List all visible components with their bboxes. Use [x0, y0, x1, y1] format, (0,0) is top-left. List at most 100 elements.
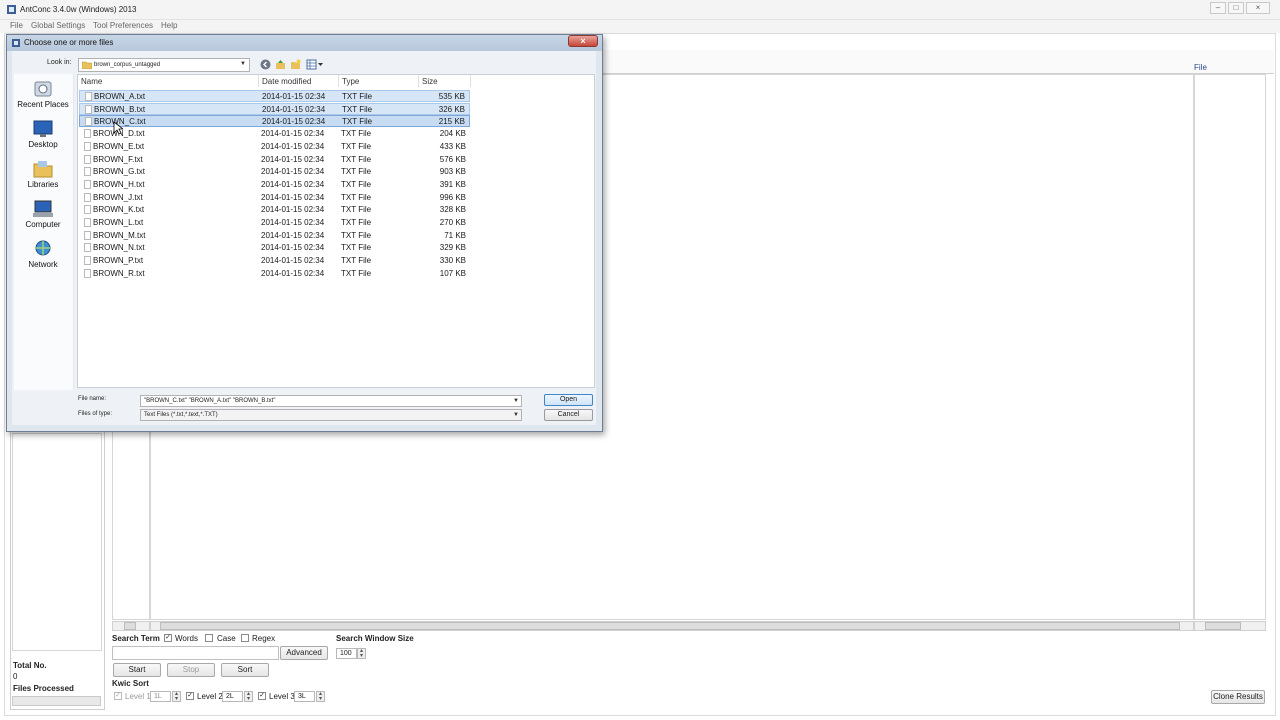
level1-checkbox[interactable]: ✓	[114, 692, 122, 700]
text-file-icon	[84, 256, 91, 266]
file-type: TXT File	[341, 129, 372, 139]
new-folder-icon[interactable]	[290, 59, 301, 70]
place-recent-places[interactable]: Recent Places	[13, 100, 73, 109]
text-file-icon	[84, 179, 91, 189]
text-file-icon	[84, 141, 91, 151]
minimize-button[interactable]: –	[1210, 2, 1226, 14]
level1-stepper[interactable]: ▴ ▾	[172, 691, 181, 702]
text-file-icon	[85, 104, 92, 114]
menu-file[interactable]: File	[10, 21, 23, 30]
file-row[interactable]: BROWN_F.txt 2014-01-15 02:34 TXT File 576 K…	[79, 154, 470, 166]
place-network[interactable]: Network	[13, 260, 73, 269]
menubar	[0, 20, 1280, 33]
results-scroll-thumb[interactable]	[160, 622, 1180, 630]
column-divider[interactable]	[470, 75, 471, 87]
file-name-input[interactable]: "BROWN_C.txt" "BROWN_A.txt" "BROWN_B.txt…	[140, 395, 522, 407]
close-window-button[interactable]: ×	[1246, 2, 1270, 14]
file-row[interactable]: BROWN_H.txt 2014-01-15 02:34 TXT File 391 K…	[79, 179, 470, 191]
level2-value[interactable]: 2L	[222, 691, 243, 702]
column-divider[interactable]	[258, 75, 259, 87]
menu-help[interactable]: Help	[161, 21, 177, 30]
search-window-size-stepper[interactable]: ▴ ▾	[357, 648, 366, 659]
search-window-size-value[interactable]: 100	[336, 648, 357, 659]
file-size: 107 KB	[439, 268, 466, 278]
file-row[interactable]: BROWN_E.txt 2014-01-15 02:34 TXT File 433 K…	[79, 141, 470, 153]
file-scroll-thumb[interactable]	[1205, 622, 1241, 630]
corpus-file-list[interactable]	[12, 433, 102, 651]
place-libraries[interactable]: Libraries	[13, 180, 73, 189]
recent-places-icon[interactable]	[32, 80, 54, 98]
case-checkbox[interactable]	[205, 634, 213, 642]
file-row[interactable]: BROWN_N.txt 2014-01-15 02:34 TXT File 329 K…	[79, 242, 470, 254]
text-file-icon	[84, 167, 91, 177]
look-in-dropdown[interactable]: brown_corpus_untagged	[78, 58, 250, 72]
cancel-button[interactable]: Cancel	[544, 409, 593, 421]
up-folder-icon[interactable]	[275, 59, 286, 70]
level3-checkbox[interactable]: ✓	[258, 692, 266, 700]
app-title: AntConc 3.4.0w (Windows) 2013	[20, 5, 137, 14]
network-icon[interactable]	[32, 240, 54, 258]
hit-scroll-thumb[interactable]	[124, 622, 136, 630]
text-file-icon	[84, 243, 91, 253]
file-row[interactable]: BROWN_M.txt 2014-01-15 02:34 TXT File 71 KB	[79, 230, 470, 242]
file-row[interactable]: BROWN_D.txt2014-01-15 02:34TXT File204 K…	[79, 128, 470, 140]
words-checkbox[interactable]: ✓	[164, 634, 172, 642]
maximize-button[interactable]: □	[1228, 2, 1244, 14]
chevron-down-icon[interactable]: ▼	[513, 398, 519, 404]
regex-label: Regex	[252, 634, 276, 643]
file-row[interactable]: BROWN_L.txt 2014-01-15 02:34 TXT File 270 K…	[79, 217, 470, 229]
file-row[interactable]: BROWN_C.txt 2014-01-15 02:34 TXT File 215 K…	[79, 115, 470, 128]
column-header-type[interactable]: Type	[342, 77, 359, 86]
level3-stepper[interactable]: ▴ ▾	[316, 691, 325, 702]
sort-button[interactable]: Sort	[221, 663, 269, 677]
libraries-icon[interactable]	[32, 160, 54, 178]
file-size: 326 KB	[438, 104, 465, 114]
chevron-down-icon[interactable]: ▼	[240, 61, 246, 67]
level2-stepper[interactable]: ▴ ▾	[244, 691, 253, 702]
level2-checkbox[interactable]: ✓	[186, 692, 194, 700]
start-button[interactable]: Start	[113, 663, 161, 677]
file-column-header[interactable]: File	[1194, 63, 1207, 72]
file-size: 71 KB	[444, 230, 466, 240]
chevron-down-icon[interactable]: ▼	[513, 412, 519, 418]
folder-icon	[82, 61, 92, 69]
files-of-type-dropdown[interactable]: Text Files (*.txt,*.text,*.TXT)	[140, 409, 522, 421]
level1-value[interactable]: 1L	[150, 691, 171, 702]
search-term-input[interactable]	[112, 646, 279, 660]
menu-global-settings[interactable]: Global Settings	[31, 21, 85, 30]
file-type: TXT File	[342, 104, 373, 114]
place-desktop[interactable]: Desktop	[13, 140, 73, 149]
computer-icon[interactable]	[32, 200, 54, 218]
file-row[interactable]: BROWN_P.txt 2014-01-15 02:34 TXT File 330 K…	[79, 255, 470, 267]
file-type: TXT File	[341, 205, 372, 215]
level3-value[interactable]: 3L	[294, 691, 315, 702]
stop-button[interactable]: Stop	[167, 663, 215, 677]
file-row[interactable]: BROWN_J.txt 2014-01-15 02:34 TXT File 996 K…	[79, 192, 470, 204]
file-name: BROWN_G.txt	[93, 167, 146, 177]
regex-checkbox[interactable]	[241, 634, 249, 642]
column-divider[interactable]	[418, 75, 419, 87]
column-header-size[interactable]: Size	[422, 77, 438, 86]
file-row[interactable]: BROWN_K.txt 2014-01-15 02:34 TXT File 328 K…	[79, 204, 470, 216]
column-header-name[interactable]: Name	[81, 77, 102, 86]
view-menu-icon[interactable]	[306, 59, 324, 70]
file-name: BROWN_E.txt	[93, 141, 145, 151]
open-button[interactable]: Open	[544, 394, 593, 406]
column-divider[interactable]	[338, 75, 339, 87]
file-row[interactable]: BROWN_R.txt 2014-01-15 02:34 TXT File 107 K…	[79, 268, 470, 280]
clone-results-button[interactable]: Clone Results	[1211, 690, 1265, 704]
text-file-icon	[85, 92, 92, 101]
advanced-button[interactable]: Advanced	[280, 646, 328, 660]
search-term-label: Search Term	[112, 634, 160, 643]
file-row[interactable]: BROWN_B.txt 2014-01-15 02:34 TXT File 326 K…	[79, 102, 470, 115]
menu-tool-preferences[interactable]: Tool Preferences	[93, 21, 153, 30]
dialog-close-button[interactable]: ×	[568, 35, 598, 47]
file-row[interactable]: BROWN_G.txt 2014-01-15 02:34 TXT File 903 K…	[79, 166, 470, 178]
file-date-modified: 2014-01-15 02:34	[261, 129, 325, 139]
desktop-icon[interactable]	[32, 120, 54, 138]
file-row[interactable]: BROWN_A.txt 2014-01-15 02:34 TXT File 535 K…	[79, 90, 470, 102]
back-icon[interactable]	[260, 59, 271, 70]
column-header-date-modified[interactable]: Date modified	[262, 77, 311, 86]
place-computer[interactable]: Computer	[13, 220, 73, 229]
file-size: 433 KB	[439, 141, 466, 151]
